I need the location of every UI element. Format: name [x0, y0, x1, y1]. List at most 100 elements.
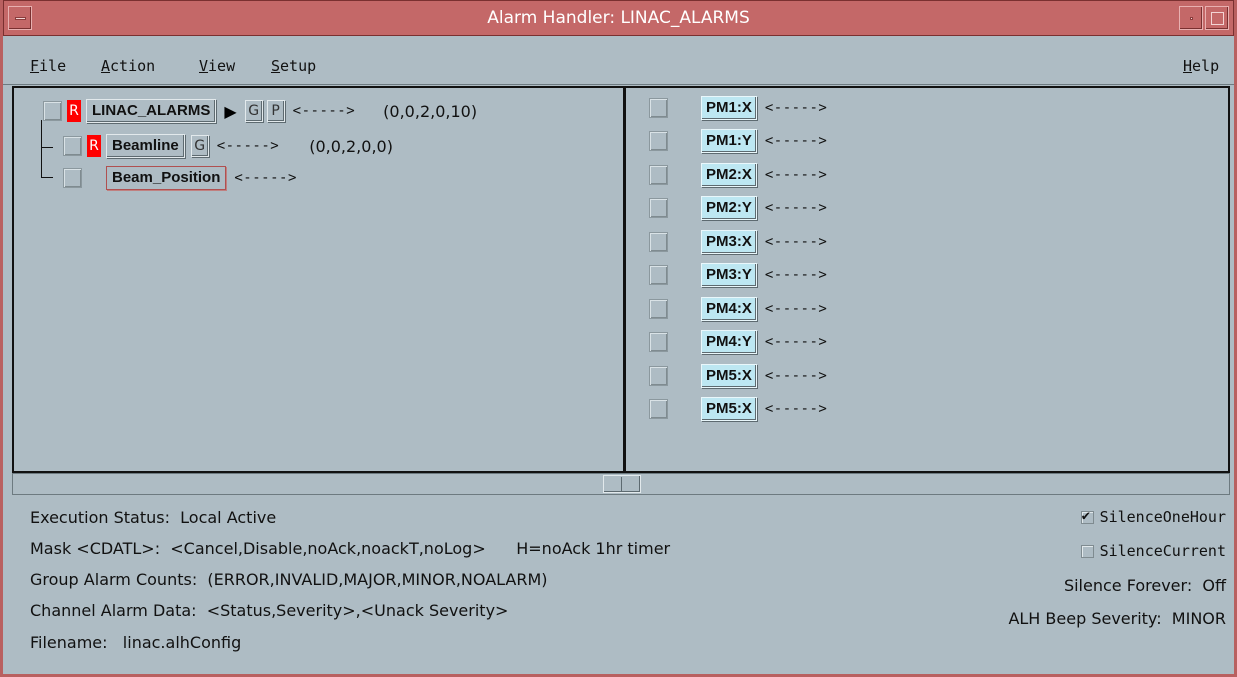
channel-status: <-----> [764, 267, 828, 283]
channel-row: PM3:X <-----> [649, 229, 827, 255]
tree-connector [41, 120, 42, 178]
channel-mask-box[interactable] [649, 265, 668, 285]
beam-position-status: <-----> [234, 170, 297, 186]
channel-button[interactable]: PM4:X [701, 297, 757, 321]
channel-button[interactable]: PM4:Y [701, 330, 757, 354]
tree-node-beamline: R Beamline G <-----> (0,0,2,0,0) [63, 133, 393, 159]
menu-file-label: ile [39, 57, 67, 75]
beamline-counts: (0,0,2,0,0) [309, 136, 393, 156]
channel-row: PM5:X <-----> [649, 396, 827, 422]
window-title: Alarm Handler: LINAC_ALARMS [487, 8, 750, 28]
channel-mask-box[interactable] [649, 198, 668, 218]
channel-button[interactable]: PM3:X [701, 230, 757, 254]
channel-row: PM2:Y <-----> [649, 195, 827, 221]
channel-mask-box[interactable] [649, 232, 668, 252]
group-tree-pane[interactable]: R LINAC_ALARMS ▶ G P <-----> (0,0,2,0,10… [14, 88, 626, 471]
filename: Filename: linac.alhConfig [30, 633, 242, 652]
channel-status: <-----> [764, 334, 828, 350]
pane-scrollbar[interactable] [12, 473, 1230, 495]
root-status: <-----> [292, 103, 356, 119]
channel-status: <-----> [764, 167, 828, 183]
menu-view[interactable]: View [199, 57, 235, 75]
channel-list-pane[interactable]: PM1:X <-----> PM1:Y <-----> PM2:X <-----… [629, 88, 1228, 471]
channel-mask-box[interactable] [649, 332, 668, 352]
beamline-guidance-button[interactable]: G [190, 135, 209, 157]
channel-row: PM2:X <-----> [649, 162, 827, 188]
root-guidance-button[interactable]: G [244, 100, 263, 122]
expand-arrow-icon[interactable]: ▶ [224, 102, 236, 121]
menu-file-mnemonic: F [30, 57, 40, 75]
channel-button[interactable]: PM5:X [701, 364, 757, 388]
channel-status: <-----> [764, 100, 828, 116]
menu-view-mnemonic: V [199, 57, 209, 75]
status-area: Execution Status: Local Active Mask <CDA… [3, 496, 1234, 674]
channel-mask-box[interactable] [649, 399, 668, 419]
root-counts: (0,0,2,0,10) [383, 101, 478, 121]
minimize-icon [1190, 17, 1193, 20]
channel-status: <-----> [764, 401, 828, 417]
root-reset-button[interactable]: R [67, 100, 81, 122]
channel-button[interactable]: PM5:X [701, 397, 757, 421]
channel-status: <-----> [764, 133, 828, 149]
channel-row: PM1:Y <-----> [649, 128, 827, 154]
channel-button[interactable]: PM2:Y [701, 196, 757, 220]
minimize-button[interactable] [1179, 6, 1203, 30]
group-counts-legend: Group Alarm Counts: (ERROR,INVALID,MAJOR… [30, 570, 548, 589]
beam-position-mask-box[interactable] [63, 168, 82, 188]
channel-button[interactable]: PM2:X [701, 163, 757, 187]
channel-row: PM3:Y <-----> [649, 262, 827, 288]
tree-node-root: R LINAC_ALARMS ▶ G P <-----> (0,0,2,0,10… [43, 98, 477, 124]
menu-bar: File Action View Setup Help [3, 37, 1234, 85]
beam-position-group-button[interactable]: Beam_Position [106, 166, 227, 190]
channel-row: PM1:X <-----> [649, 95, 827, 121]
channel-data-legend: Channel Alarm Data: <Status,Severity>,<U… [30, 601, 509, 620]
execution-status: Execution Status: Local Active [30, 508, 277, 527]
channel-button[interactable]: PM1:X [701, 96, 757, 120]
silence-current-label: SilenceCurrent [1099, 542, 1226, 560]
channel-button[interactable]: PM3:Y [701, 263, 757, 287]
beamline-mask-box[interactable] [63, 136, 82, 156]
root-group-button[interactable]: LINAC_ALARMS [86, 99, 217, 123]
channel-mask-box[interactable] [649, 366, 668, 386]
channel-status: <-----> [764, 368, 828, 384]
silence-one-hour-label: SilenceOneHour [1099, 508, 1226, 526]
silence-forever: Silence Forever: Off [1063, 576, 1226, 595]
channel-status: <-----> [764, 234, 828, 250]
maximize-button[interactable] [1205, 6, 1229, 30]
menu-help-label: elp [1192, 57, 1220, 75]
menu-help[interactable]: Help [1183, 57, 1219, 75]
menu-file[interactable]: File [30, 57, 66, 75]
beamline-group-button[interactable]: Beamline [106, 134, 185, 158]
beamline-status: <-----> [216, 138, 280, 154]
silence-current-checkbox[interactable] [1080, 544, 1094, 558]
channel-row: PM4:X <-----> [649, 296, 827, 322]
channel-status: <-----> [764, 301, 828, 317]
mask-legend: Mask <CDATL>: <Cancel,Disable,noAck,noac… [30, 539, 671, 558]
silence-one-hour-toggle[interactable]: SilenceOneHour [1080, 508, 1226, 526]
menu-action[interactable]: Action [101, 57, 155, 75]
root-process-button[interactable]: P [266, 100, 285, 122]
channel-status: <-----> [764, 200, 828, 216]
channel-mask-box[interactable] [649, 165, 668, 185]
channel-button[interactable]: PM1:Y [701, 129, 757, 153]
menu-action-label: ction [110, 57, 156, 75]
beep-severity: ALH Beep Severity: MINOR [1008, 609, 1226, 628]
channel-mask-box[interactable] [649, 131, 668, 151]
maximize-icon [1211, 12, 1224, 25]
silence-one-hour-checkbox[interactable] [1080, 508, 1094, 524]
channel-mask-box[interactable] [649, 98, 668, 118]
title-bar[interactable]: Alarm Handler: LINAC_ALARMS [3, 0, 1234, 36]
menu-setup-mnemonic: S [271, 57, 281, 75]
channel-row: PM5:X <-----> [649, 363, 827, 389]
menu-help-mnemonic: H [1183, 57, 1193, 75]
tree-connector [41, 147, 53, 148]
scrollbar-thumb[interactable] [603, 475, 641, 493]
root-mask-box[interactable] [43, 101, 62, 121]
tree-connector [41, 177, 53, 178]
menu-setup[interactable]: Setup [271, 57, 316, 75]
beamline-reset-button[interactable]: R [87, 135, 101, 157]
silence-current-toggle[interactable]: SilenceCurrent [1080, 542, 1226, 560]
tree-node-beam-position: Beam_Position <-----> [63, 165, 297, 191]
menu-action-mnemonic: A [101, 57, 111, 75]
channel-mask-box[interactable] [649, 299, 668, 319]
